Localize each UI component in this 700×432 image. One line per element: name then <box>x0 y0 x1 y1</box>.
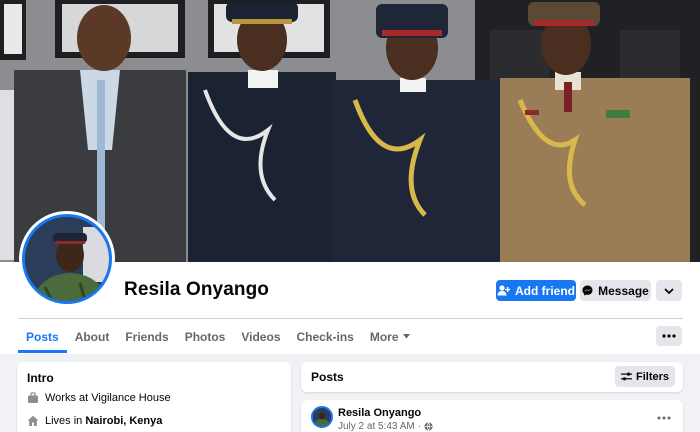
home-icon <box>27 415 39 426</box>
chevron-down-icon <box>664 287 674 294</box>
briefcase-icon <box>28 392 38 403</box>
globe-icon <box>424 422 433 431</box>
message-label: Message <box>598 283 649 298</box>
tab-about[interactable]: About <box>67 320 118 353</box>
profile-name: Resila Onyango <box>124 279 269 300</box>
post-card: Resila Onyango July 2 at 5:43 AM · <box>301 400 683 432</box>
header-divider <box>18 318 683 319</box>
posts-header-card: Posts Filters <box>301 362 683 392</box>
tab-label: More <box>369 329 399 344</box>
intro-work-row: Works at Vigilance House <box>27 392 171 404</box>
tab-label: Videos <box>241 329 281 344</box>
filters-button[interactable]: Filters <box>615 366 675 387</box>
messenger-icon <box>582 285 593 296</box>
tab-posts[interactable]: Posts <box>18 320 67 353</box>
meta-separator: · <box>417 421 422 432</box>
tab-label: About <box>74 329 110 344</box>
post-author-avatar[interactable] <box>311 406 333 428</box>
posts-title: Posts <box>311 370 344 384</box>
post-meta: July 2 at 5:43 AM · <box>338 421 433 432</box>
cover-photo-illustration <box>0 0 700 262</box>
tab-label: Photos <box>184 329 226 344</box>
filter-sliders-icon <box>620 372 632 381</box>
intro-lives-place[interactable]: Nairobi, Kenya <box>85 415 162 427</box>
add-friend-button[interactable]: Add friend <box>496 280 576 301</box>
message-button[interactable]: Message <box>580 280 651 301</box>
post-avatar-image <box>313 408 331 426</box>
caret-down-icon <box>402 334 410 339</box>
add-friend-icon <box>497 285 510 296</box>
tab-more[interactable]: More <box>362 320 418 353</box>
tabs-overflow-button[interactable] <box>656 326 682 346</box>
profile-tabs: Posts About Friends Photos Videos Check-… <box>18 320 418 353</box>
ellipsis-icon <box>657 416 671 420</box>
tab-videos[interactable]: Videos <box>233 320 288 353</box>
tab-friends[interactable]: Friends <box>117 320 176 353</box>
intro-card: Intro Works at Vigilance House Lives in … <box>17 362 291 432</box>
post-options-button[interactable] <box>657 409 671 423</box>
post-author-name[interactable]: Resila Onyango <box>338 407 421 419</box>
intro-lives-row: Lives in Nairobi, Kenya <box>27 415 162 427</box>
add-friend-label: Add friend <box>515 283 575 298</box>
tab-check-ins[interactable]: Check-ins <box>289 320 362 353</box>
post-timestamp[interactable]: July 2 at 5:43 AM <box>338 421 415 432</box>
intro-work-place[interactable]: Vigilance House <box>91 392 170 404</box>
avatar-image <box>25 217 109 301</box>
profile-avatar[interactable] <box>19 211 115 307</box>
filters-label: Filters <box>635 370 669 383</box>
cover-photo[interactable] <box>0 0 700 262</box>
intro-work-prefix: Works at <box>45 392 92 404</box>
profile-more-button[interactable] <box>656 280 682 301</box>
tab-photos[interactable]: Photos <box>177 320 234 353</box>
tab-label: Posts <box>26 329 59 344</box>
tab-label: Check-ins <box>296 329 354 344</box>
intro-lives-prefix: Lives in <box>45 415 86 427</box>
intro-title: Intro <box>27 371 54 385</box>
ellipsis-icon <box>662 334 676 338</box>
tab-label: Friends <box>125 329 169 344</box>
